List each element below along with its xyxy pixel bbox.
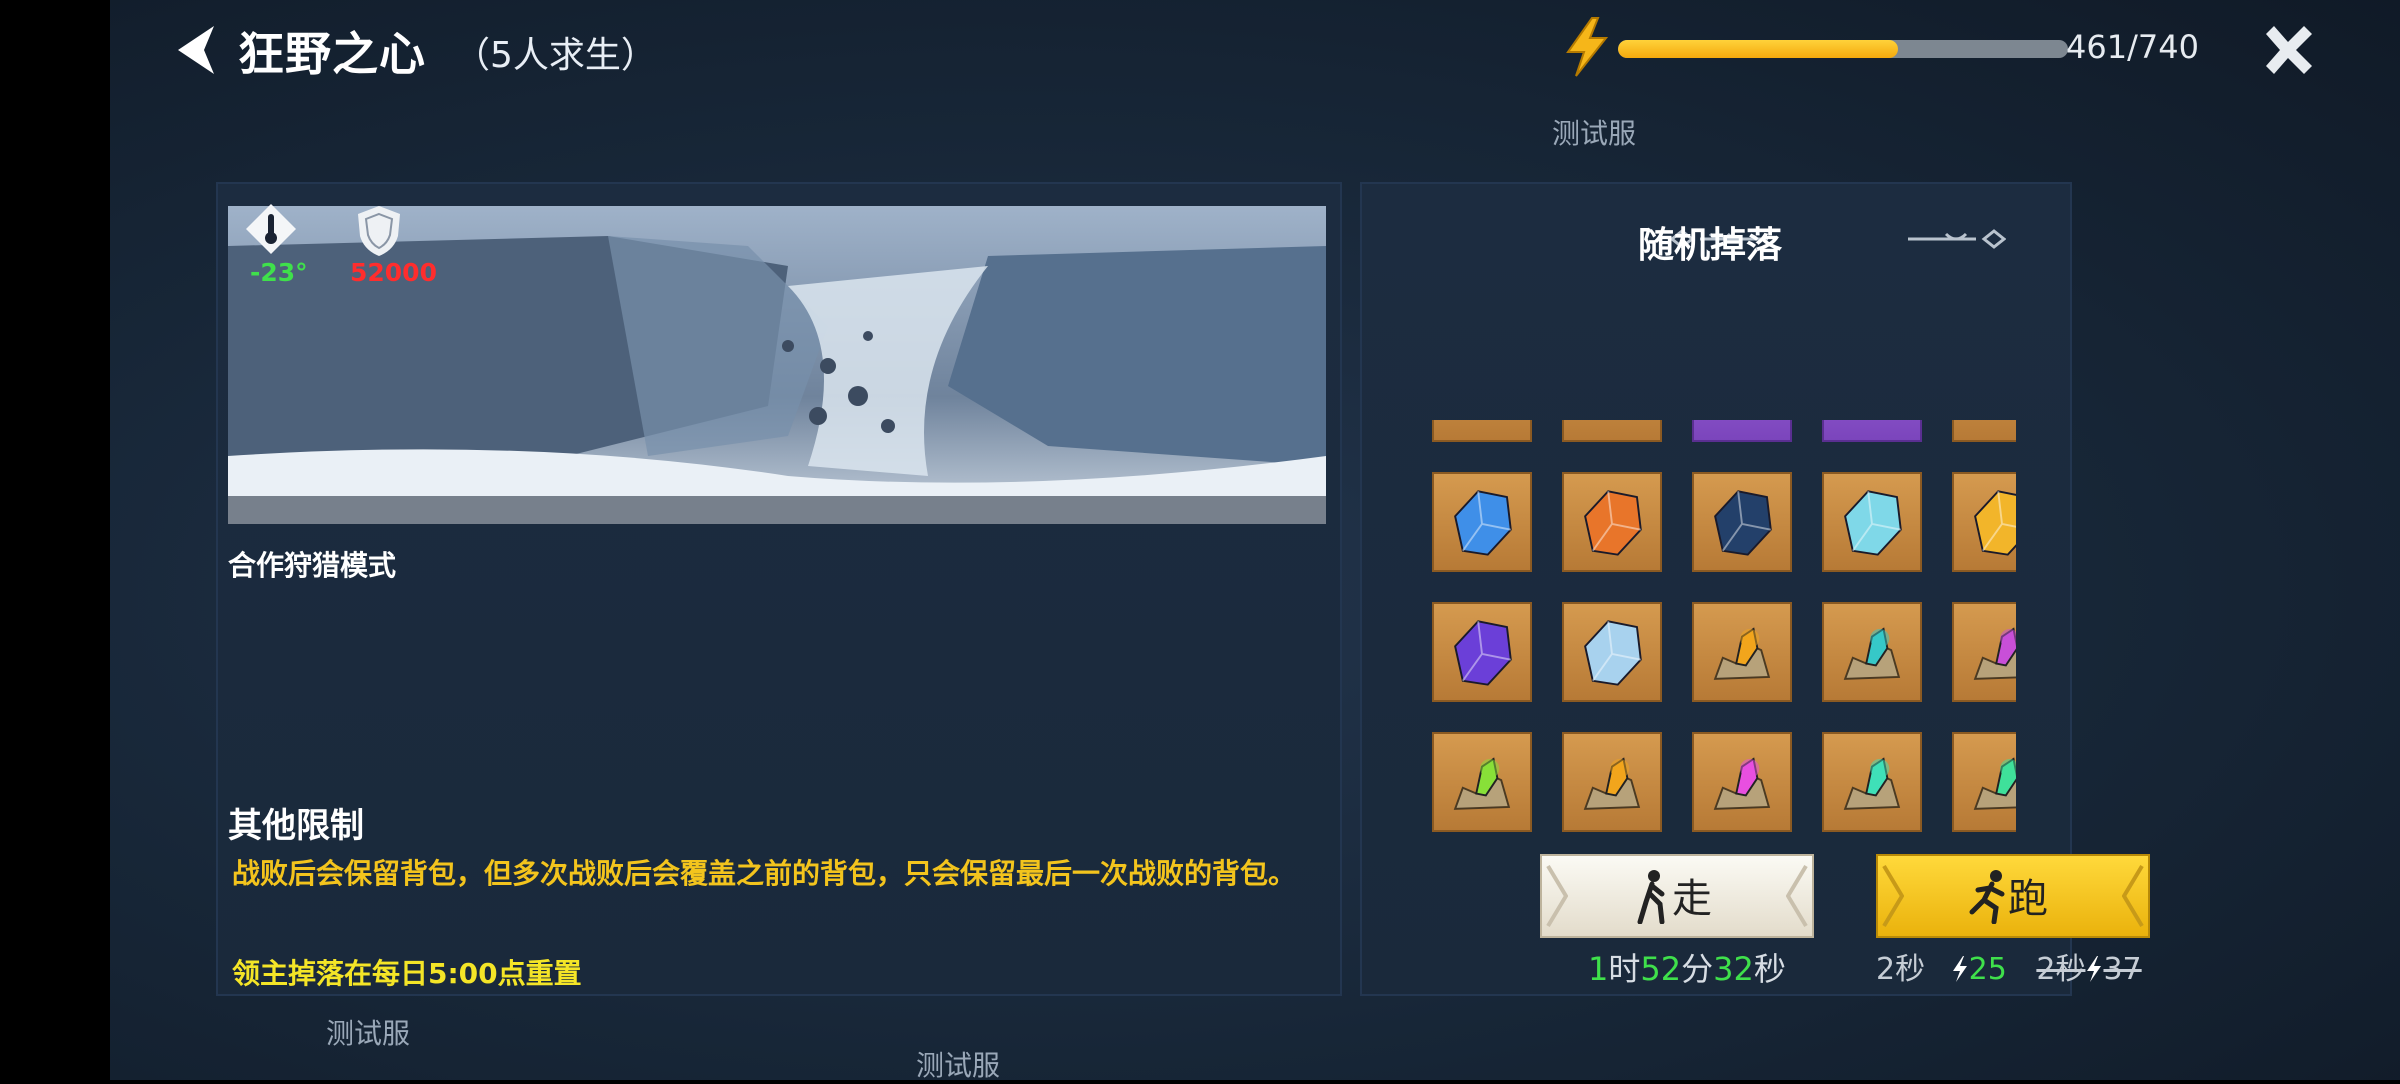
temperature-icon bbox=[246, 204, 296, 254]
drop-item-grid[interactable] bbox=[1424, 420, 2016, 840]
drop-crystal-item[interactable] bbox=[1692, 472, 1792, 572]
restrictions-title: 其他限制 bbox=[228, 806, 364, 846]
ore-icon bbox=[1843, 627, 1901, 680]
chevron-right-icon bbox=[2122, 864, 2144, 928]
run-time: 2秒 bbox=[1876, 952, 1926, 987]
drop-ore-item[interactable] bbox=[1562, 732, 1662, 832]
defense-value: 52000 bbox=[350, 258, 437, 287]
drop-slot-partial[interactable] bbox=[1692, 420, 1792, 442]
energy-bolt-icon bbox=[1566, 17, 1609, 77]
drop-ore-item[interactable] bbox=[1952, 602, 2016, 702]
crystal-icon bbox=[1714, 490, 1772, 556]
walk-button[interactable]: 走 bbox=[1540, 854, 1814, 938]
drop-ore-item[interactable] bbox=[1692, 602, 1792, 702]
close-icon[interactable] bbox=[2260, 22, 2316, 78]
drop-crystal-item[interactable] bbox=[1562, 602, 1662, 702]
drop-crystal-item[interactable] bbox=[1952, 472, 2016, 572]
drop-slot-partial[interactable] bbox=[1562, 420, 1662, 442]
crystal-icon bbox=[1584, 620, 1642, 686]
drop-crystal-item[interactable] bbox=[1562, 472, 1662, 572]
crystal-icon bbox=[1454, 620, 1512, 686]
reset-note: 领主掉落在每日5:00点重置 bbox=[232, 957, 582, 990]
drop-ore-item[interactable] bbox=[1952, 732, 2016, 832]
drop-slot-partial[interactable] bbox=[1952, 420, 2016, 442]
running-person-icon bbox=[1969, 870, 2005, 924]
ore-icon bbox=[1973, 627, 2016, 680]
run-old-cost: 2秒 37 bbox=[2036, 952, 2142, 987]
crystal-icon bbox=[1584, 490, 1642, 556]
energy-bar bbox=[1618, 40, 2068, 58]
energy-bolt-icon bbox=[2087, 956, 2102, 982]
ore-icon bbox=[1583, 757, 1641, 810]
ore-icon bbox=[1843, 757, 1901, 810]
run-energy-cost: 25 bbox=[1968, 952, 2007, 987]
drop-ore-item[interactable] bbox=[1692, 732, 1792, 832]
walk-label: 走 bbox=[1672, 876, 1712, 922]
energy-bar-fill bbox=[1618, 40, 1899, 58]
crystal-icon bbox=[1974, 490, 2016, 556]
ore-icon bbox=[1453, 757, 1511, 810]
energy-bolt-icon bbox=[1952, 956, 1967, 982]
watermark: 测试服 bbox=[916, 1049, 1001, 1082]
ore-icon bbox=[1973, 757, 2016, 810]
ornament-right-icon bbox=[1908, 229, 2006, 249]
drop-ore-item[interactable] bbox=[1432, 732, 1532, 832]
back-arrow-icon[interactable] bbox=[170, 22, 230, 78]
chevron-right-icon bbox=[1786, 864, 1808, 928]
watermark: 测试服 bbox=[1552, 117, 1637, 150]
ore-icon bbox=[1713, 627, 1771, 680]
mode-label: 合作狩猎模式 bbox=[228, 549, 397, 582]
walking-person-icon bbox=[1637, 870, 1665, 924]
drop-slot-partial[interactable] bbox=[1822, 420, 1922, 442]
chevron-left-icon bbox=[1882, 864, 1904, 928]
restrictions-text: 战败后会保留背包，但多次战败后会覆盖之前的背包，只会保留最后一次战败的背包。 bbox=[232, 857, 1297, 890]
drop-crystal-item[interactable] bbox=[1822, 472, 1922, 572]
chevron-left-icon bbox=[1546, 864, 1568, 928]
run-label: 跑 bbox=[2008, 876, 2048, 922]
watermark: 测试服 bbox=[326, 1017, 411, 1050]
drop-crystal-item[interactable] bbox=[1432, 602, 1532, 702]
run-button[interactable]: 跑 bbox=[1876, 854, 2150, 938]
drop-slot-partial[interactable] bbox=[1432, 420, 1532, 442]
ore-icon bbox=[1713, 757, 1771, 810]
page-subtitle: （5人求生） bbox=[454, 35, 657, 76]
drop-crystal-item[interactable] bbox=[1432, 472, 1532, 572]
run-cost: 2秒 25 2秒 37 bbox=[1876, 944, 2142, 988]
crystal-icon bbox=[1454, 490, 1512, 556]
page-title: 狂野之心 bbox=[238, 27, 426, 81]
crystal-icon bbox=[1844, 490, 1902, 556]
shield-icon bbox=[358, 206, 400, 256]
drop-ore-item[interactable] bbox=[1822, 602, 1922, 702]
walk-timer: 1时52分32秒 bbox=[1588, 950, 1786, 988]
drop-ore-item[interactable] bbox=[1822, 732, 1922, 832]
energy-count: 461/740 bbox=[2066, 28, 2199, 66]
temperature-value: -23° bbox=[250, 258, 308, 287]
random-drop-title: 随机掉落 bbox=[1637, 225, 1782, 266]
